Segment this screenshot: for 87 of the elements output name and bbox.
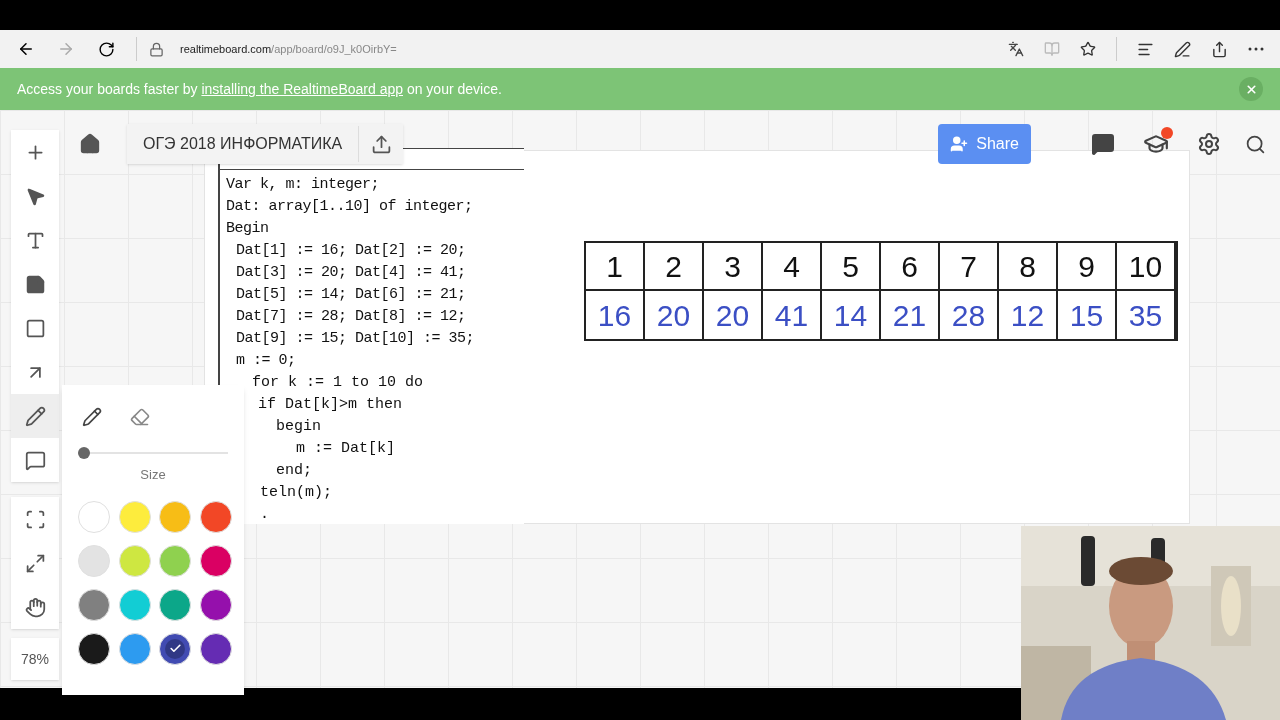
table-cell: 16 [586, 291, 645, 339]
code-line: Dat[7] := 28; Dat[8] := 12; [235, 307, 466, 327]
eraser-icon [130, 407, 150, 427]
comments-icon [1091, 132, 1115, 156]
code-line: m := Dat[k] [296, 439, 396, 459]
table-cell: 7 [940, 243, 999, 291]
code-line: Dat[5] := 14; Dat[6] := 21; [235, 285, 466, 305]
code-line: Var k, m: integer; [226, 175, 380, 195]
color-swatch[interactable] [78, 544, 110, 577]
table-cell: 5 [822, 243, 881, 291]
note-icon [1174, 40, 1191, 58]
table-cell: 10 [1117, 243, 1176, 291]
translate-icon [1008, 41, 1024, 57]
color-swatch[interactable] [118, 632, 151, 665]
banner-text: Access your boards faster by installing the RealtimeBoard app on your device. [17, 79, 503, 99]
slider-thumb[interactable] [78, 447, 90, 459]
table-cell: 9 [1058, 243, 1117, 291]
color-swatch[interactable] [199, 632, 232, 665]
favorite-icon [1080, 41, 1096, 57]
check-icon [165, 638, 185, 659]
code-line: Begin [226, 219, 269, 239]
color-swatch[interactable] [199, 500, 232, 533]
settings-icon [1197, 132, 1221, 156]
table-cell: 35 [1117, 291, 1176, 339]
code-line: Dat[3] := 20; Dat[4] := 41; [235, 263, 466, 283]
code-line: Dat[1] := 16; Dat[2] := 20; [235, 241, 466, 261]
home-icon [79, 133, 101, 155]
size-label: Size [140, 466, 166, 484]
table-cell: 21 [881, 291, 940, 339]
table-cell: 12 [999, 291, 1058, 339]
close-icon [1244, 82, 1258, 96]
reading-view-icon [1044, 41, 1060, 57]
pen-tool[interactable] [11, 394, 59, 438]
code-line: . [260, 505, 269, 525]
color-swatch[interactable] [199, 544, 232, 577]
code-line: Dat: array[1..10] of integer; [226, 197, 473, 217]
color-swatch[interactable] [118, 588, 151, 621]
search-icon [1245, 133, 1266, 155]
color-swatch[interactable] [159, 588, 191, 621]
sticky-note-icon [24, 273, 46, 295]
code-line: if Dat[k]>m then [258, 395, 403, 415]
color-swatch[interactable] [159, 500, 191, 533]
table-cell: 14 [822, 291, 881, 339]
address-field[interactable]: realtimeboard.com/app/board/o9J_k0OirbY= [180, 40, 996, 58]
zoom-level[interactable]: 78% [11, 638, 59, 680]
refresh-icon [97, 40, 115, 58]
table-cell: 28 [940, 291, 999, 339]
frame-icon [24, 508, 46, 530]
expand-icon [24, 552, 46, 574]
color-swatch[interactable] [118, 500, 151, 533]
upload-icon [370, 133, 392, 155]
close-button[interactable] [1239, 77, 1263, 101]
pen-icon [24, 405, 46, 427]
comment-icon [24, 449, 46, 471]
color-swatch[interactable] [199, 588, 232, 621]
forward-arrow-icon [57, 40, 75, 58]
table-cell: 2 [645, 243, 704, 291]
code-line: teln(m); [260, 483, 332, 503]
board-title[interactable]: ОГЭ 2018 ИНФОРМАТИКА [127, 132, 359, 156]
table-cell: 6 [881, 243, 940, 291]
code-line: end; [276, 461, 312, 481]
add-user-icon [950, 135, 969, 153]
table-cell: 8 [999, 243, 1058, 291]
color-swatch[interactable] [78, 588, 110, 621]
code-line: m := 0; [235, 351, 296, 371]
size-slider[interactable] [78, 447, 228, 459]
code-line: begin [276, 417, 321, 437]
code-line: for k := 1 to 10 do [252, 373, 424, 393]
hand-icon [24, 596, 46, 618]
code-line: Dat[9] := 15; Dat[10] := 35; [235, 329, 475, 349]
table-cell: 3 [704, 243, 763, 291]
table-cell: 41 [763, 291, 822, 339]
table-cell: 20 [645, 291, 704, 339]
rectangle-icon [24, 317, 46, 339]
color-swatch[interactable] [78, 632, 110, 665]
color-swatch[interactable] [159, 632, 191, 665]
more-icon[interactable] [1248, 47, 1264, 51]
table-cell: 20 [704, 291, 763, 339]
table-cell: 1 [586, 243, 645, 291]
lock-icon [149, 41, 164, 57]
table-cell: 15 [1058, 291, 1117, 339]
color-swatch[interactable] [118, 544, 151, 577]
color-swatch[interactable] [78, 500, 110, 533]
color-swatch[interactable] [159, 544, 191, 577]
table-cell: 4 [763, 243, 822, 291]
share-icon [1211, 40, 1228, 58]
pen-icon [82, 407, 102, 427]
